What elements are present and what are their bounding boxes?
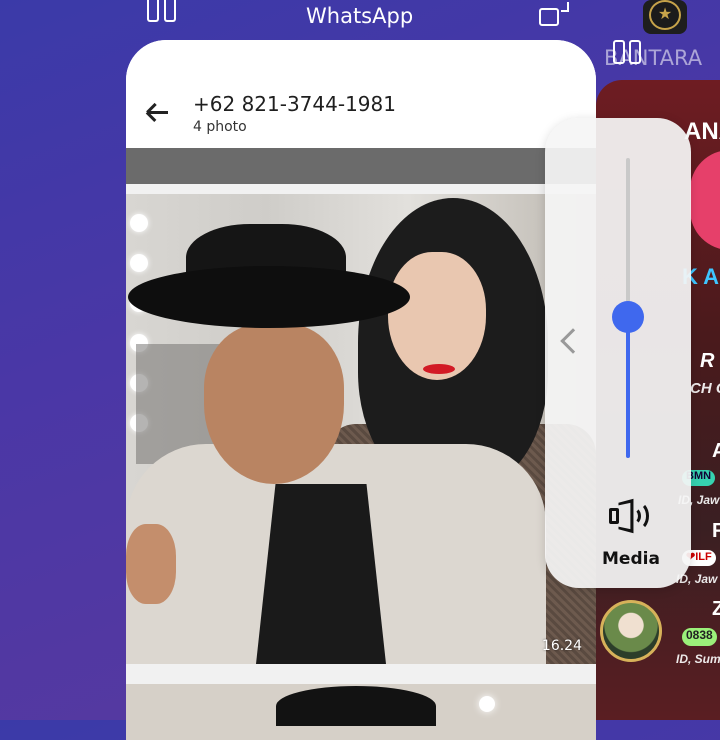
volume-stream-label: Media: [602, 549, 660, 569]
split-screen-icon[interactable]: [147, 0, 179, 24]
media-header: +62 821-3744-1981 4 photo: [126, 40, 596, 148]
app-label: WhatsApp: [306, 4, 414, 28]
viewer-sub: ID, Sum: [676, 652, 720, 666]
volume-slider-thumb[interactable]: [612, 301, 644, 333]
volume-slider-fill: [626, 317, 630, 458]
whatsapp-window[interactable]: +62 821-3744-1981 4 photo 16.24: [126, 40, 596, 740]
media-strip: [126, 148, 596, 184]
chevron-left-icon[interactable]: [558, 326, 578, 360]
photo-timestamp: 16.24: [541, 638, 582, 654]
right-app-icon[interactable]: ★: [643, 0, 687, 34]
viewer-name: A: [712, 440, 720, 462]
viewer-name: Z: [712, 598, 720, 620]
viewer-name: F: [712, 520, 720, 542]
split-screen-icon[interactable]: [613, 40, 645, 66]
viewer-badge: 0838: [682, 628, 717, 646]
photo-thumbnail[interactable]: 16.24: [126, 194, 596, 664]
photo-count: 4 photo: [193, 119, 247, 135]
viewer-name: R: [700, 350, 715, 372]
speaker-icon[interactable]: [607, 498, 651, 534]
viewer-avatar[interactable]: [600, 600, 662, 662]
back-arrow-icon[interactable]: [146, 102, 168, 122]
contact-title: +62 821-3744-1981: [193, 92, 396, 116]
photo-thumbnail[interactable]: [126, 684, 596, 740]
floating-window-icon[interactable]: [539, 2, 569, 26]
viewer-sub: CH C: [690, 380, 720, 397]
